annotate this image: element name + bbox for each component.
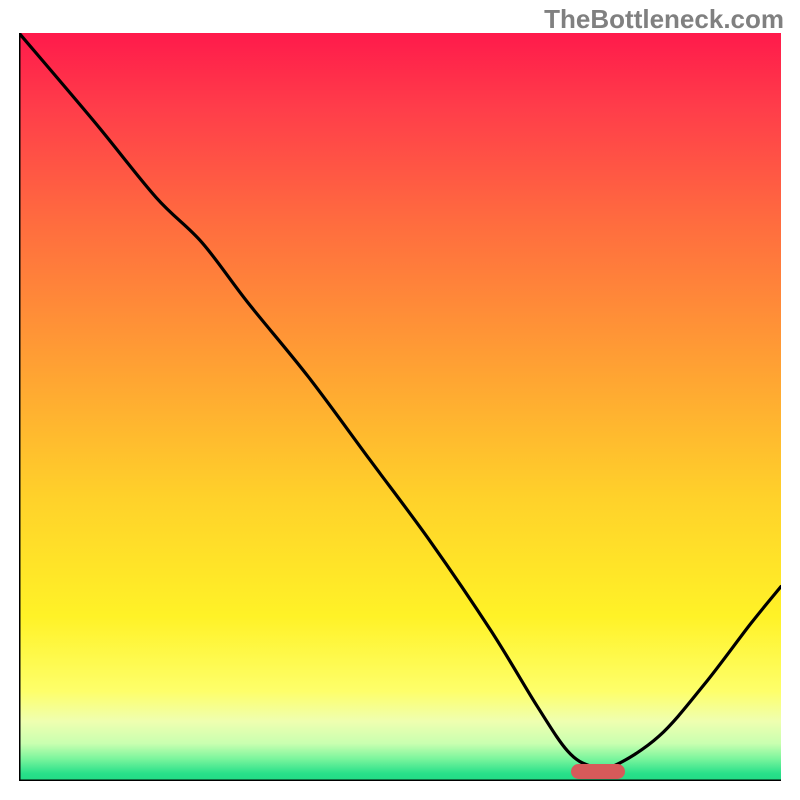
curve-layer [19,33,781,781]
minimum-marker [571,764,624,779]
bottleneck-curve [19,33,781,769]
chart-stage: TheBottleneck.com [0,0,800,800]
watermark-text: TheBottleneck.com [544,4,784,35]
